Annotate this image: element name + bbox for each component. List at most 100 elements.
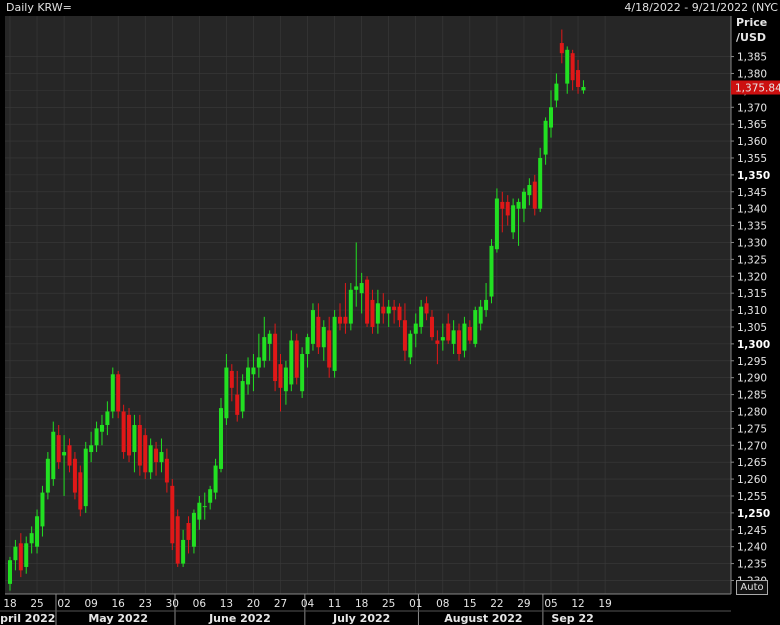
x-tick-label: 25: [382, 598, 395, 610]
candle-up: [332, 310, 337, 378]
chart-title: Daily KRW=: [6, 1, 72, 14]
candle-body: [256, 357, 261, 368]
x-tick-label: 18: [3, 598, 16, 610]
candle-body: [186, 523, 191, 540]
auto-scale-button[interactable]: Auto: [736, 580, 768, 595]
candle-body: [246, 367, 251, 385]
candle-body: [451, 330, 456, 344]
candle-body: [332, 316, 337, 371]
candle-body: [538, 157, 543, 209]
candle-body: [148, 445, 153, 473]
candle-body: [462, 323, 467, 351]
candle-down: [127, 408, 132, 463]
candle-body: [208, 489, 213, 503]
candle-body: [570, 53, 575, 81]
candle-body: [397, 306, 402, 321]
candle-body: [251, 367, 256, 375]
y-tick-label: 1,270: [737, 440, 767, 452]
x-tick-label: 13: [220, 598, 233, 610]
candle-body: [83, 448, 88, 507]
candle-body: [94, 428, 99, 446]
y-tick-label: 1,345: [737, 187, 767, 199]
y-tick-label: 1,295: [737, 356, 767, 368]
candlestick-chart: Price/USD1,2301,2351,2401,2451,2501,2551…: [0, 16, 780, 625]
candle-body: [543, 120, 548, 155]
candle-down: [294, 333, 299, 385]
y-tick-label: 1,370: [737, 102, 767, 114]
y-tick-label: 1,240: [737, 542, 767, 554]
chart-window: Price/USD1,2301,2351,2401,2451,2501,2551…: [0, 0, 780, 625]
candle-body: [505, 201, 510, 216]
candle-body: [121, 411, 126, 453]
y-tick-label: 1,360: [737, 136, 767, 148]
candle-body: [576, 70, 581, 87]
candle-body: [457, 330, 462, 355]
candle-body: [137, 424, 142, 466]
y-axis: Price/USD1,2301,2351,2401,2451,2501,2551…: [730, 16, 770, 594]
candle-body: [375, 303, 380, 324]
candle-body: [559, 43, 564, 54]
month-label: August 2022: [444, 612, 522, 625]
candle-body: [300, 354, 305, 392]
candle-body: [197, 502, 202, 520]
x-tick-label: 15: [463, 598, 476, 610]
candle-body: [381, 306, 386, 314]
x-tick-label: 22: [490, 598, 503, 610]
candle-body: [51, 431, 56, 480]
x-tick-label: 04: [301, 598, 315, 610]
y-tick-label: 1,340: [737, 204, 767, 216]
candle-body: [478, 306, 483, 324]
y-tick-label: 1,260: [737, 474, 767, 486]
candle-body: [440, 337, 445, 341]
candle-down: [175, 509, 180, 567]
candle-body: [24, 543, 29, 567]
candle-body: [386, 306, 391, 314]
x-tick-label: 23: [139, 598, 152, 610]
x-tick-label: 05: [544, 598, 557, 610]
y-tick-label: 1,320: [737, 271, 767, 283]
candle-body: [338, 316, 343, 324]
candle-body: [413, 323, 418, 334]
candle-body: [267, 333, 272, 344]
last-price-marker: 1,375.84: [731, 80, 780, 95]
y-tick-label: 1,350: [737, 170, 770, 182]
y-tick-label: 1,385: [737, 52, 767, 64]
candle-body: [554, 83, 559, 101]
candle-body: [278, 364, 283, 388]
candle-body: [494, 198, 499, 250]
candle-body: [105, 411, 110, 425]
candle-body: [419, 306, 424, 327]
candle-down: [121, 404, 126, 459]
x-tick-label: 02: [57, 598, 70, 610]
candle-body: [13, 546, 18, 561]
month-label: May 2022: [88, 612, 148, 625]
candle-body: [565, 49, 570, 84]
candle-body: [262, 337, 267, 361]
x-tick-label: 16: [112, 598, 126, 610]
x-tick-label: 12: [571, 598, 584, 610]
y-tick-label: 1,235: [737, 559, 767, 571]
candle-body: [29, 533, 34, 544]
candle-body: [170, 485, 175, 544]
candle-up: [489, 239, 494, 304]
x-tick-label: 08: [436, 598, 449, 610]
candle-body: [45, 458, 50, 493]
candle-body: [62, 452, 67, 456]
candle-down: [78, 465, 83, 517]
month-label: April 2022: [0, 612, 55, 625]
candle-down: [170, 479, 175, 551]
candle-body: [72, 458, 77, 493]
candle-body: [78, 472, 83, 510]
candle-up: [110, 367, 115, 419]
candle-body: [429, 316, 434, 338]
candle-up: [45, 452, 50, 500]
candle-down: [143, 428, 148, 480]
candle-body: [116, 374, 121, 412]
y-tick-label: 1,275: [737, 423, 767, 435]
candle-body: [289, 340, 294, 385]
candle-body: [549, 107, 553, 128]
candle-body: [67, 445, 72, 466]
month-label: July 2022: [332, 612, 390, 625]
x-axis: 18 25 02 09 16 23 30 06 13 20 27 04 11 18 25 01 08 15 22 29…: [0, 593, 731, 625]
y-tick-label: 1,250: [737, 508, 770, 520]
